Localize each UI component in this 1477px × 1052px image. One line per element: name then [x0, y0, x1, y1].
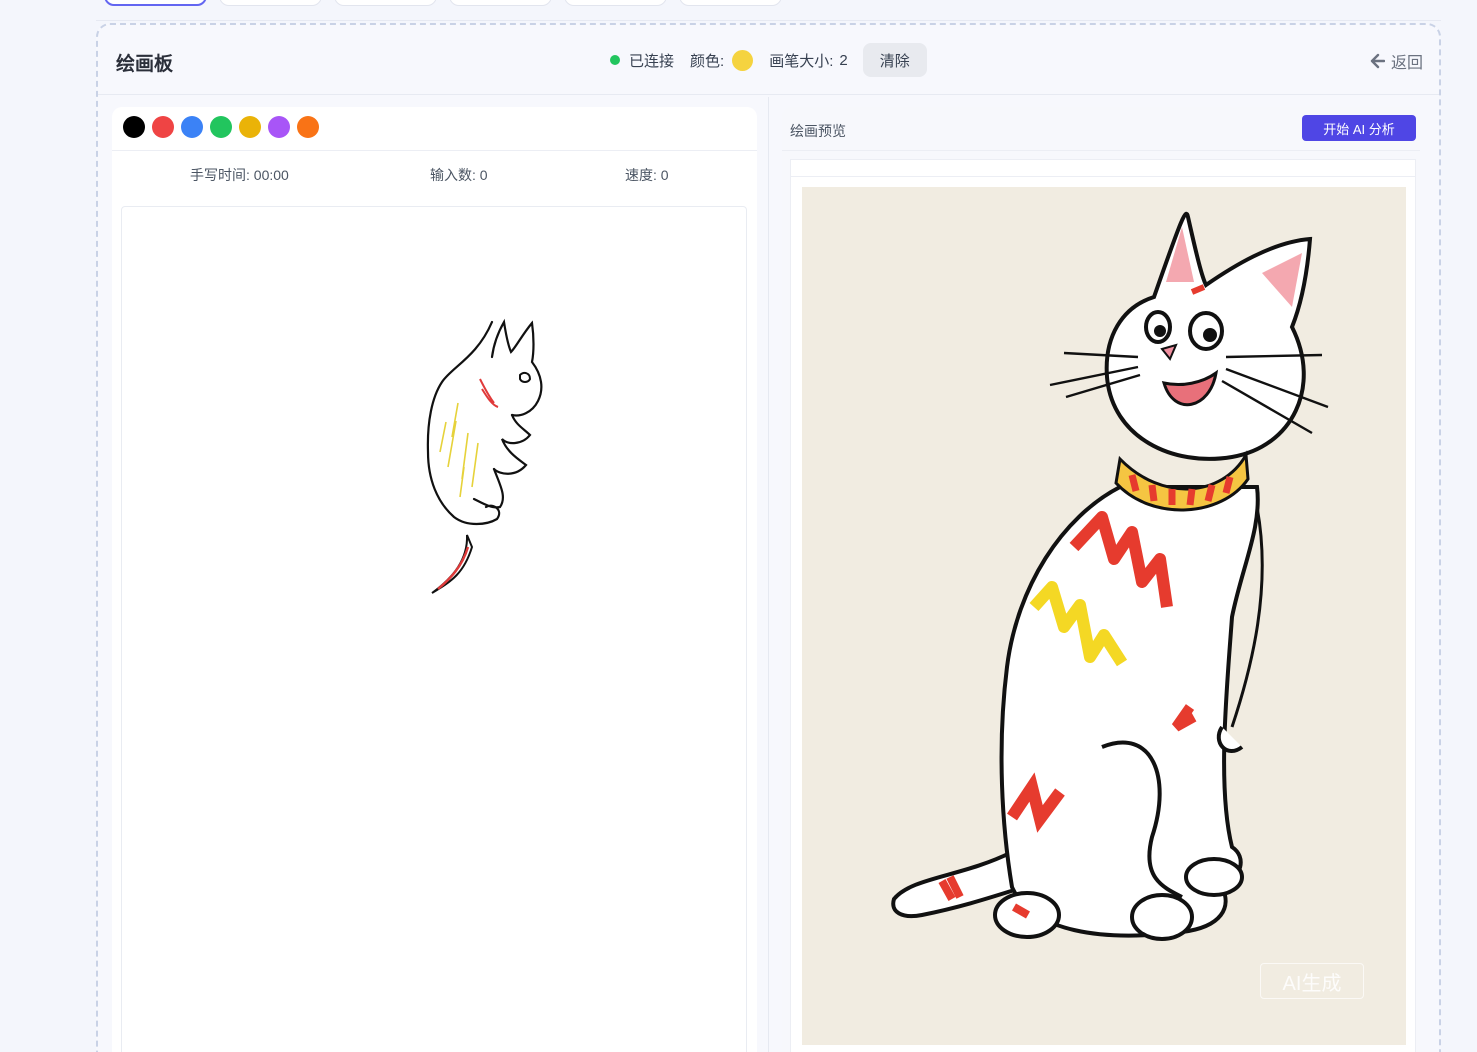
generated-cat-illustration	[891, 211, 1329, 941]
palette-divider	[112, 150, 757, 151]
color-palette	[123, 116, 319, 138]
status-toolbar: 已连接 颜色: 画笔大小: 2 清除	[610, 43, 927, 77]
board-header: 绘画板 已连接 颜色: 画笔大小: 2 清除 返回	[98, 25, 1439, 95]
clear-button[interactable]: 清除	[862, 43, 927, 77]
top-divider	[96, 20, 1441, 21]
top-tab-active[interactable]	[104, 0, 207, 6]
preview-title: 绘画预览	[790, 123, 846, 139]
stat-speed-label: 速度:	[625, 167, 657, 183]
preview-inner-divider	[791, 176, 1415, 177]
brush-size-value: 2	[839, 51, 848, 69]
stat-time-value: 00:00	[253, 167, 289, 183]
stat-input-value: 0	[479, 167, 488, 183]
start-ai-analysis-button[interactable]: 开始 AI 分析	[1302, 115, 1416, 141]
stat-speed-value: 0	[660, 167, 669, 183]
back-label: 返回	[1390, 55, 1423, 72]
swatch-yellow[interactable]	[239, 116, 261, 138]
top-tab[interactable]	[564, 0, 667, 6]
generated-image: AI生成	[802, 187, 1406, 1045]
drawing-canvas[interactable]	[121, 206, 747, 1052]
brush-size-label: 画笔大小:	[769, 52, 834, 70]
swatch-orange[interactable]	[297, 116, 319, 138]
current-color-indicator	[732, 49, 754, 71]
color-label: 颜色:	[690, 52, 725, 70]
swatch-purple[interactable]	[268, 116, 290, 138]
arrow-left-icon	[1370, 53, 1385, 69]
panel-separator	[768, 97, 769, 1052]
stat-time-label: 手写时间:	[190, 167, 250, 183]
preview-box: AI生成	[790, 159, 1416, 1052]
stat-speed: 速度: 0	[625, 165, 669, 185]
stat-input-label: 输入数:	[430, 167, 476, 183]
board-title: 绘画板	[116, 54, 174, 75]
connection-status: 已连接	[629, 52, 675, 70]
drawing-panel: 手写时间: 00:00 输入数: 0 速度: 0	[112, 107, 757, 1052]
swatch-blue[interactable]	[181, 116, 203, 138]
swatch-red[interactable]	[152, 116, 174, 138]
top-tab[interactable]	[449, 0, 552, 6]
top-tab[interactable]	[334, 0, 437, 6]
ai-watermark: AI生成	[1260, 963, 1364, 999]
swatch-green[interactable]	[210, 116, 232, 138]
stat-time: 手写时间: 00:00	[190, 165, 289, 185]
user-sketch	[426, 318, 543, 594]
swatch-black[interactable]	[123, 116, 145, 138]
back-button[interactable]: 返回	[1369, 49, 1423, 73]
preview-panel: 绘画预览 开始 AI 分析 AI生成	[782, 107, 1420, 1052]
drawing-board: 绘画板 已连接 颜色: 画笔大小: 2 清除 返回 手写时间: 00:00 输入…	[96, 23, 1441, 1052]
preview-header: 绘画预览 开始 AI 分析	[782, 107, 1420, 151]
top-tab[interactable]	[679, 0, 782, 6]
top-tab[interactable]	[219, 0, 322, 6]
connection-indicator-icon	[610, 55, 620, 65]
top-tab-bar	[104, 0, 782, 6]
stat-input: 输入数: 0	[430, 165, 488, 185]
